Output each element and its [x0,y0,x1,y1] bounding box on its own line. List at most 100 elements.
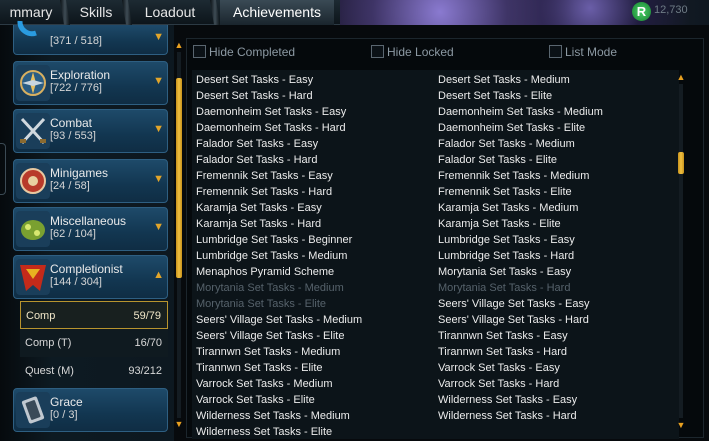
category-exploration[interactable]: Exploration [722 / 776] ▼ [13,61,168,105]
hide-completed-toggle[interactable]: Hide Completed [193,45,295,61]
achievement-row[interactable]: Daemonheim Set Tasks - Easy [196,104,346,120]
achievement-row[interactable]: Falador Set Tasks - Medium [438,136,575,152]
achievement-row[interactable]: Wilderness Set Tasks - Elite [196,424,332,439]
achievement-row[interactable]: Varrock Set Tasks - Hard [438,376,559,392]
category-combat[interactable]: Combat [93 / 553] ▼ [13,109,168,153]
scroll-up-icon[interactable]: ▲ [676,72,686,82]
crossed-swords-icon [16,113,50,149]
achievement-row[interactable]: Lumbridge Set Tasks - Easy [438,232,575,248]
achievement-row[interactable]: Fremennik Set Tasks - Easy [196,168,333,184]
hide-locked-toggle[interactable]: Hide Locked [371,45,454,61]
compass-icon [16,65,50,101]
achievement-row[interactable]: Daemonheim Set Tasks - Elite [438,120,585,136]
achievement-row[interactable]: Lumbridge Set Tasks - Medium [196,248,347,264]
achievement-row[interactable]: Lumbridge Set Tasks - Hard [438,248,574,264]
subcategory-progress: 93/212 [128,365,162,377]
category-count: [371 / 518] [50,35,102,47]
achievement-row[interactable]: Varrock Set Tasks - Easy [438,360,560,376]
tab-divider [210,0,220,25]
checkbox[interactable] [371,45,384,58]
achievement-row[interactable]: Falador Set Tasks - Hard [196,152,317,168]
hide-locked-label: Hide Locked [387,45,454,59]
category-count: [722 / 776] [50,82,102,94]
filter-bar: Hide Completed Hide Locked List Mode [187,39,705,69]
minigames-icon [16,163,50,199]
checkbox[interactable] [193,45,206,58]
achievement-row[interactable]: Fremennik Set Tasks - Hard [196,184,332,200]
category-skills[interactable]: [371 / 518] ▼ [13,20,168,55]
category-completionist[interactable]: Completionist [144 / 304] ▲ [13,255,168,299]
category-minigames[interactable]: Minigames [24 / 58] ▼ [13,159,168,203]
achievement-row[interactable]: Varrock Set Tasks - Elite [196,392,315,408]
list-mode-label: List Mode [565,45,618,59]
achievement-scrollbar[interactable]: ▲ ▼ [675,70,687,432]
achievement-row[interactable]: Desert Set Tasks - Elite [438,88,552,104]
category-scrollbar[interactable]: ▲ ▼ [174,38,184,431]
scroll-down-icon[interactable]: ▼ [676,420,686,430]
achievement-row[interactable]: Fremennik Set Tasks - Elite [438,184,572,200]
category-miscellaneous[interactable]: Miscellaneous [62 / 104] ▼ [13,207,168,251]
achievement-row[interactable]: Desert Set Tasks - Hard [196,88,313,104]
runescore-icon: R [632,2,651,21]
scroll-thumb[interactable] [176,78,182,278]
chevron-down-icon: ▼ [153,31,164,43]
achievement-row[interactable]: Seers' Village Set Tasks - Elite [196,328,344,344]
category-count: [144 / 304] [50,276,102,288]
category-label: Miscellaneous [50,214,127,228]
category-count: [24 / 58] [50,180,90,192]
achievement-row[interactable]: Karamja Set Tasks - Easy [196,200,322,216]
category-count: [0 / 3] [50,409,78,421]
achievement-row[interactable]: Seers' Village Set Tasks - Medium [196,312,362,328]
subcategory-comp-t[interactable]: Comp (T) 16/70 [20,329,168,357]
achievement-row[interactable]: Menaphos Pyramid Scheme [196,264,334,280]
achievement-row[interactable]: Karamja Set Tasks - Medium [438,200,578,216]
chevron-up-icon: ▲ [153,269,164,281]
category-label: Completionist [50,262,123,276]
tab-skills[interactable]: Skills [70,0,122,25]
achievement-row[interactable]: Desert Set Tasks - Easy [196,72,313,88]
achievement-row[interactable]: Daemonheim Set Tasks - Medium [438,104,603,120]
achievement-row[interactable]: Falador Set Tasks - Elite [438,152,557,168]
subcategory-label: Comp (T) [25,337,72,349]
subcategory-progress: 16/70 [134,337,162,349]
category-label: Minigames [50,166,109,180]
achievement-row[interactable]: Wilderness Set Tasks - Easy [438,392,577,408]
miscellaneous-icon [16,211,50,247]
tab-achievements[interactable]: Achievements [220,0,334,25]
achievement-row[interactable]: Falador Set Tasks - Easy [196,136,318,152]
achievement-row[interactable]: Seers' Village Set Tasks - Easy [438,296,590,312]
achievement-row[interactable]: Seers' Village Set Tasks - Hard [438,312,589,328]
achievement-row[interactable]: Lumbridge Set Tasks - Beginner [196,232,352,248]
tab-divider [122,0,132,25]
scroll-thumb[interactable] [678,152,684,174]
checkbox[interactable] [549,45,562,58]
achievement-row[interactable]: Morytania Set Tasks - Easy [438,264,571,280]
sidebar-edge [0,143,6,195]
subcategory-quest-m[interactable]: Quest (M) 93/212 [20,357,168,385]
achievement-row[interactable]: Morytania Set Tasks - Hard [438,280,570,296]
category-count: [62 / 104] [50,228,96,240]
scroll-up-icon[interactable]: ▲ [174,40,184,50]
achievement-row[interactable]: Varrock Set Tasks - Medium [196,376,333,392]
achievement-row[interactable]: Karamja Set Tasks - Elite [438,216,561,232]
achievement-row[interactable]: Tirannwn Set Tasks - Hard [438,344,567,360]
scroll-track[interactable] [679,84,683,418]
achievement-row[interactable]: Desert Set Tasks - Medium [438,72,570,88]
chevron-down-icon: ▼ [153,221,164,233]
achievement-row[interactable]: Tirannwn Set Tasks - Easy [438,328,568,344]
achievement-row[interactable]: Karamja Set Tasks - Hard [196,216,321,232]
category-grace[interactable]: Grace [0 / 3] [13,388,168,432]
subcategory-comp[interactable]: Comp 59/79 [20,301,168,329]
achievement-row[interactable]: Morytania Set Tasks - Medium [196,280,344,296]
achievement-row[interactable]: Morytania Set Tasks - Elite [196,296,326,312]
achievement-row[interactable]: Tirannwn Set Tasks - Medium [196,344,340,360]
tab-loadout[interactable]: Loadout [132,0,208,25]
achievement-row[interactable]: Fremennik Set Tasks - Medium [438,168,589,184]
achievement-row[interactable]: Daemonheim Set Tasks - Hard [196,120,346,136]
scroll-down-icon[interactable]: ▼ [174,419,184,429]
hide-completed-label: Hide Completed [209,45,296,59]
list-mode-toggle[interactable]: List Mode [549,45,617,61]
achievement-row[interactable]: Wilderness Set Tasks - Medium [196,408,350,424]
achievement-row[interactable]: Tirannwn Set Tasks - Elite [196,360,323,376]
achievement-row[interactable]: Wilderness Set Tasks - Hard [438,408,577,424]
